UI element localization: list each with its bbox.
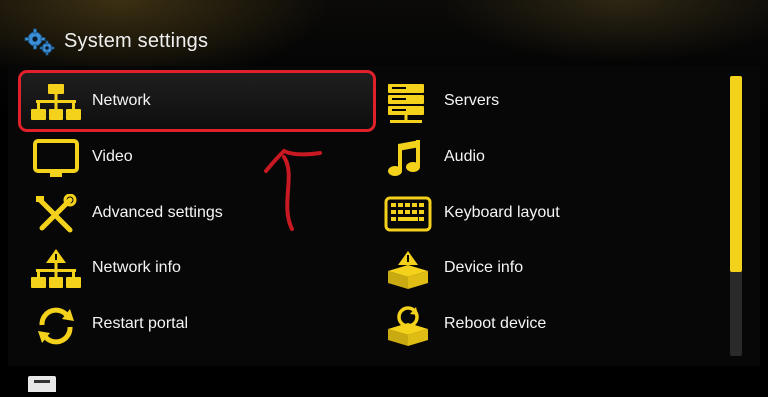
- menu-item-reboot-device[interactable]: Reboot device: [382, 299, 712, 351]
- scrollbar-thumb[interactable]: [730, 76, 742, 272]
- menu-item-label: Keyboard layout: [444, 204, 560, 221]
- music-note-icon: [382, 138, 434, 180]
- menu-item-network[interactable]: Network: [30, 76, 360, 128]
- keyboard-icon: [382, 194, 434, 236]
- menu-item-label: Network: [92, 92, 151, 109]
- tools-icon: [30, 193, 82, 236]
- menu-item-network-info[interactable]: Network info: [30, 243, 360, 295]
- network-info-icon: [30, 249, 82, 291]
- menu-item-label: Advanced settings: [92, 204, 223, 221]
- menu-item-device-info[interactable]: Device info: [382, 243, 712, 295]
- red-arrow-annotation: [262, 145, 326, 235]
- exit-icon[interactable]: [26, 372, 60, 394]
- menu-item-keyboard-layout[interactable]: Keyboard layout: [382, 188, 712, 240]
- scrollbar[interactable]: [730, 76, 742, 356]
- monitor-icon: [30, 138, 82, 180]
- reboot-icon: [382, 305, 434, 347]
- network-icon: [30, 82, 82, 124]
- gears-icon: [24, 28, 56, 56]
- menu-item-label: Restart portal: [92, 315, 189, 332]
- menu-item-label: Audio: [444, 148, 485, 165]
- restart-icon: [30, 305, 82, 347]
- menu-item-label: Reboot device: [444, 315, 547, 332]
- device-info-icon: [382, 249, 434, 291]
- page-header: System settings: [0, 0, 768, 64]
- servers-icon: [382, 82, 434, 124]
- menu-item-servers[interactable]: Servers: [382, 76, 712, 128]
- menu-item-label: Video: [92, 148, 133, 165]
- menu-item-restart-portal[interactable]: Restart portal: [30, 299, 360, 351]
- menu-item-label: Network info: [92, 259, 181, 276]
- menu-item-audio[interactable]: Audio: [382, 132, 712, 184]
- menu-item-label: Servers: [444, 92, 500, 109]
- page-title: System settings: [64, 30, 209, 52]
- menu-item-label: Device info: [444, 259, 524, 276]
